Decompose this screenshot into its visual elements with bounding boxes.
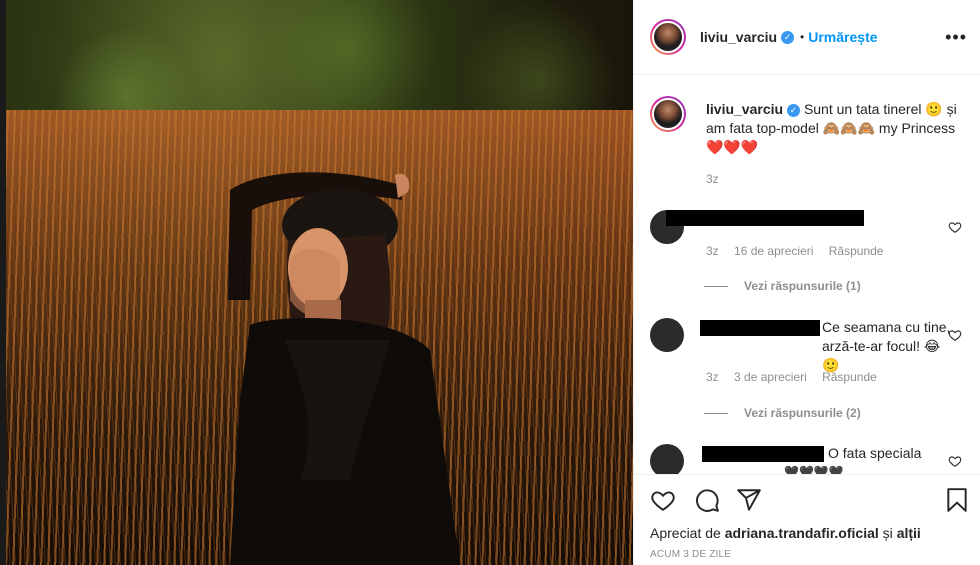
- post-panel: liviu_varciu ✓ • Urmărește ••• liviu_var…: [633, 0, 980, 565]
- comment-likes[interactable]: 3 de aprecieri: [734, 370, 807, 384]
- redacted-username: [702, 446, 824, 462]
- view-replies-label[interactable]: Vezi răspunsurile (1): [744, 279, 861, 293]
- redacted-username: [700, 320, 820, 336]
- comment-likes[interactable]: 16 de aprecieri: [734, 244, 813, 258]
- photo-left-border: [0, 0, 6, 565]
- liked-by-joiner: și: [882, 525, 893, 541]
- author-username[interactable]: liviu_varciu: [700, 29, 777, 45]
- heart-icon[interactable]: [650, 487, 676, 513]
- liked-by-prefix: Apreciat de: [650, 525, 721, 541]
- share-icon[interactable]: [736, 487, 762, 513]
- caption-time[interactable]: 3z: [706, 172, 719, 186]
- comment-reply-button[interactable]: Răspunde: [822, 370, 877, 384]
- liked-by: Apreciat de adriana.trandafir.oficial și…: [650, 525, 921, 541]
- caption-avatar[interactable]: [650, 96, 686, 132]
- comment-time[interactable]: 3z: [706, 244, 719, 258]
- woman-silhouette: [228, 172, 460, 565]
- view-replies[interactable]: Vezi răspunsurile (2): [704, 406, 861, 420]
- replies-line: [704, 285, 728, 287]
- comment-meta: 3z 3 de aprecieri Răspunde: [706, 370, 889, 384]
- author-avatar[interactable]: [650, 19, 686, 55]
- liked-by-user[interactable]: adriana.trandafir.oficial: [725, 525, 879, 541]
- comment-reply-button[interactable]: Răspunde: [829, 244, 884, 258]
- separator-dot: •: [800, 30, 805, 44]
- post-actions: Apreciat de adriana.trandafir.oficial și…: [634, 474, 980, 565]
- bookmark-icon[interactable]: [944, 487, 970, 513]
- caption-username[interactable]: liviu_varciu: [706, 101, 783, 117]
- post-photo[interactable]: [0, 0, 633, 565]
- verified-badge-icon: ✓: [781, 30, 795, 44]
- comment-item: O fata speciala 🖤🖤🖤🖤: [650, 444, 970, 474]
- comment-heart-icon[interactable]: [948, 220, 962, 234]
- post-timestamp[interactable]: ACUM 3 DE ZILE: [650, 549, 731, 560]
- follow-button[interactable]: Urmărește: [808, 29, 877, 45]
- comment-icon[interactable]: [694, 487, 720, 513]
- comment-time[interactable]: 3z: [706, 370, 719, 384]
- comment-text-extra: 🖤🖤🖤🖤: [784, 465, 844, 474]
- ellipsis-icon[interactable]: •••: [945, 28, 967, 46]
- comment-heart-icon[interactable]: [948, 328, 962, 342]
- post-header: liviu_varciu ✓ • Urmărește •••: [634, 0, 980, 75]
- view-replies-label[interactable]: Vezi răspunsurile (2): [744, 406, 861, 420]
- comment-meta: 3z 16 de aprecieri Răspunde: [706, 244, 895, 258]
- commenter-avatar[interactable]: [650, 318, 684, 352]
- liked-by-others[interactable]: alții: [897, 525, 921, 541]
- comment-heart-icon[interactable]: [948, 454, 962, 468]
- view-replies[interactable]: Vezi răspunsurile (1): [704, 279, 861, 293]
- replies-line: [704, 412, 728, 414]
- redacted-username: [666, 210, 864, 226]
- comment-text: Ce seamana cu tine, arză-te-ar focul! 😂🙂: [822, 319, 951, 373]
- commenter-avatar[interactable]: [650, 444, 684, 474]
- verified-badge-icon: ✓: [787, 104, 801, 117]
- caption-text: liviu_varciu ✓ Sunt un tata tinerel 🙂 și …: [706, 100, 968, 157]
- comment-text: O fata speciala: [828, 445, 922, 461]
